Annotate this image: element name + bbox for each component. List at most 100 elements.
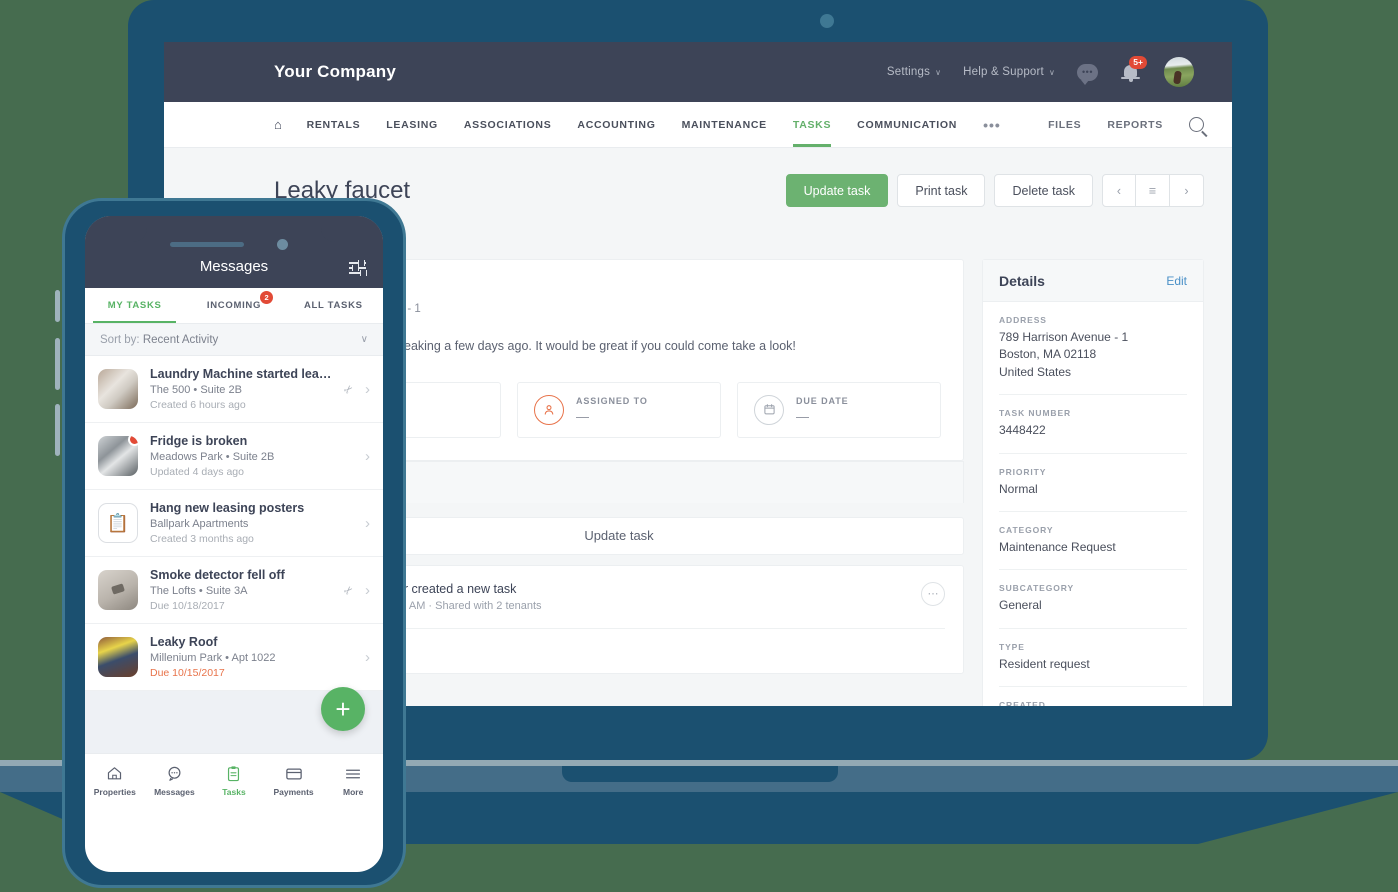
list-item[interactable]: Smoke detector fell off The Lofts • Suit… [85,557,383,624]
nav-label: REPORTS [1107,118,1163,131]
sort-by-control[interactable]: Sort by: Recent Activity ∨ [85,324,383,356]
list-item[interactable]: 📋 Hang new leasing posters Ballpark Apar… [85,490,383,557]
nav-label: ASSOCIATIONS [463,118,552,131]
notification-badge: 5+ [1129,56,1147,69]
stat-assigned-text: ASSIGNED TO — [576,396,648,424]
detail-row-created: CREATED 4/22/2020 8:12 AM [999,687,1187,706]
next-task-button[interactable]: › [1170,174,1204,207]
detail-label: TYPE [999,641,1025,652]
task-list-button[interactable]: ≡ [1136,174,1170,207]
chat-dots: ••• [1082,66,1093,77]
details-column: Details Edit ADDRESS 789 Harrison Avenue… [982,259,1204,706]
update-task-button[interactable]: Update task [785,174,889,207]
task-thumbnail [98,570,138,610]
tabbar-item-more[interactable]: More [323,765,383,797]
task-thumbnail [98,436,138,476]
tab-all-tasks[interactable]: ALL TASKS [284,288,383,323]
stat-due-date[interactable]: DUE DATE — [737,381,941,438]
list-item[interactable]: Laundry Machine started leaki... The 500… [85,356,383,423]
nav-item-files[interactable]: FILES [1048,119,1081,131]
nav-item-home[interactable]: ⌂ [274,102,283,147]
tab-my-tasks[interactable]: MY TASKS [85,288,184,323]
phone-mockup: Messages MY TASKS INCOMING 2 ALL TASKS S… [55,198,406,888]
detail-label: CREATED [999,700,1046,706]
list-item-subtitle: Ballpark Apartments [150,518,249,530]
phone-volume-down-button[interactable] [55,404,60,456]
tabbar-item-payments[interactable]: Payments [264,765,324,797]
list-item-title: Laundry Machine started leaki... [150,367,332,381]
list-item-text: Fridge is broken Meadows Park • Suite 2B… [150,434,353,478]
home-icon [106,765,123,783]
chat-icon[interactable]: ••• [1077,63,1098,85]
settings-menu[interactable]: Settings ∨ [887,66,941,78]
nav-label: TASKS [792,118,832,131]
chevron-down-icon: ∨ [1048,67,1055,77]
details-edit-link[interactable]: Edit [1166,274,1187,288]
detail-value: Normal [999,481,1038,496]
search-icon[interactable] [1189,117,1204,132]
detail-value: General [999,598,1042,613]
nav-item-associations[interactable]: ASSOCIATIONS [464,102,552,147]
detail-label: PRIORITY [999,466,1047,477]
menu-icon [344,765,362,783]
chevron-down-icon: ∨ [360,334,368,345]
nav-item-reports[interactable]: REPORTS [1107,119,1163,131]
tab-label: MY TASKS [107,300,162,311]
stat-value: — [796,408,809,424]
phone-volume-up-button[interactable] [55,338,60,390]
wrench-icon: ✂ [341,582,357,598]
tabbar-item-properties[interactable]: Properties [85,765,145,797]
nav-item-communication[interactable]: COMMUNICATION [857,102,957,147]
help-support-label: Help & Support [963,66,1044,78]
list-item-text: Hang new leasing posters Ballpark Apartm… [150,501,353,545]
phone-tabbar: Properties Messages Tasks Payments More [85,753,383,807]
previous-task-button[interactable]: ‹ [1102,174,1136,207]
sort-value: Recent Activity [142,333,219,346]
company-brand: Your Company [274,62,397,81]
print-task-button[interactable]: Print task [897,174,986,207]
clipboard-icon: 📋 [98,503,138,543]
list-item-subtitle: Millenium Park • Apt 1022 [150,652,276,664]
nav-item-rentals[interactable]: RENTALS [307,102,361,147]
nav-right-group: FILES REPORTS [1048,102,1204,147]
nav-item-maintenance[interactable]: MAINTENANCE [682,102,767,147]
help-support-menu[interactable]: Help & Support ∨ [963,66,1055,78]
calendar-icon [754,394,784,425]
tabbar-label: Tasks [222,786,246,797]
stat-assigned-to[interactable]: ASSIGNED TO — [517,381,721,438]
detail-row-priority: PRIORITY Normal [999,454,1187,512]
nav-overflow-icon[interactable]: ••• [983,102,1001,147]
add-task-fab[interactable]: + [321,687,365,731]
tabbar-item-tasks[interactable]: Tasks [204,765,264,797]
list-item-subtitle: The 500 • Suite 2B [150,384,242,396]
topbar-right-group: Settings ∨ Help & Support ∨ ••• 5+ [887,56,1194,87]
tab-label: INCOMING [206,300,262,311]
user-avatar[interactable] [1164,57,1194,87]
chat-icon [166,765,183,783]
notifications-button[interactable]: 5+ [1120,56,1147,84]
list-item-time: Due 10/18/2017 [150,600,225,612]
stat-label: ASSIGNED TO [576,395,648,406]
list-item-text: Laundry Machine started leaki... The 500… [150,367,332,411]
nav-item-leasing[interactable]: LEASING [386,102,438,147]
details-body: ADDRESS 789 Harrison Avenue - 1 Boston, … [983,302,1203,706]
nav-label: COMMUNICATION [857,118,958,131]
nav-item-accounting[interactable]: ACCOUNTING [577,102,655,147]
feed-item-more-icon[interactable]: ⋯ [921,581,945,606]
detail-value: Resident request [999,656,1090,671]
phone-silent-switch[interactable] [55,290,60,322]
sliders-icon[interactable] [349,260,367,276]
list-item[interactable]: Fridge is broken Meadows Park • Suite 2B… [85,423,383,490]
list-item[interactable]: Leaky Roof Millenium Park • Apt 1022 Due… [85,624,383,691]
stat-due-text: DUE DATE — [796,396,849,424]
tab-incoming[interactable]: INCOMING 2 [184,288,283,323]
task-thumbnail [98,637,138,677]
phone-notch-right [321,216,383,242]
delete-task-button[interactable]: Delete task [994,174,1093,207]
detail-value: 789 Harrison Avenue - 1 Boston, MA 02118… [999,330,1129,379]
chevron-right-icon: › [365,514,370,532]
list-item-time: Updated 4 days ago [150,466,244,478]
nav-item-tasks[interactable]: TASKS [792,102,832,147]
tabbar-item-messages[interactable]: Messages [145,765,205,797]
phone-header: Messages [85,216,383,288]
